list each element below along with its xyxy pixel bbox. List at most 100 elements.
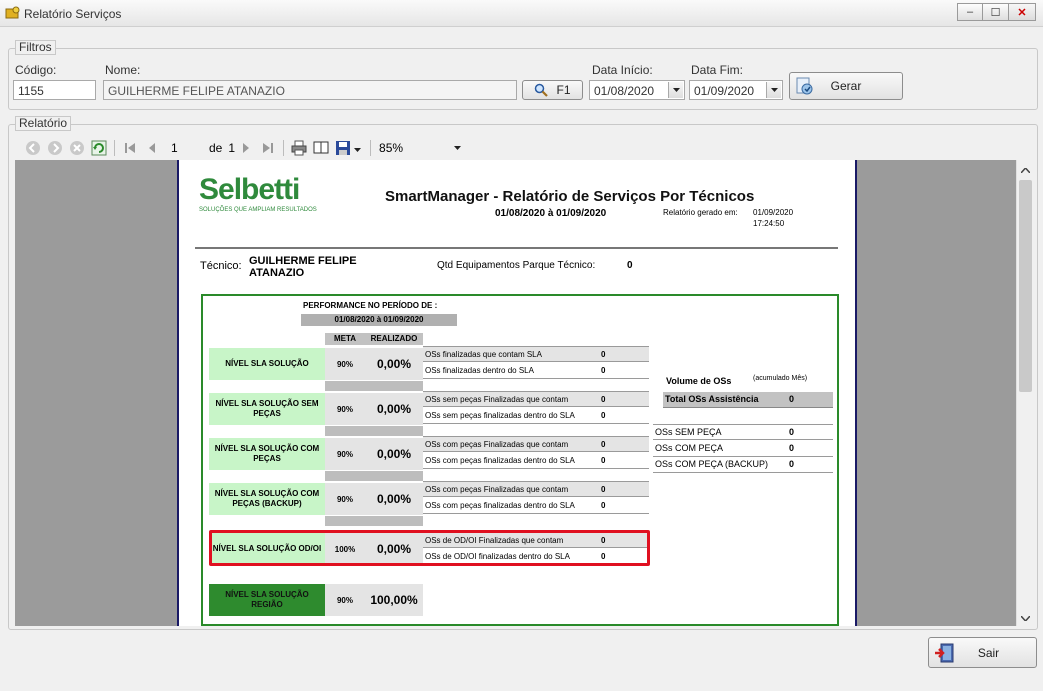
save-icon[interactable]	[335, 140, 351, 156]
next-page-icon[interactable]	[238, 140, 254, 156]
logo-tagline: SOLUÇÕES QUE AMPLIAM RESULTADOS	[199, 207, 317, 213]
zoom-select[interactable]: 85%	[379, 138, 465, 158]
os-row: OSs com peças finalizadas dentro do SLA 0	[423, 498, 649, 514]
os-row-value: 0	[601, 456, 606, 465]
data-inicio-label: Data Início:	[592, 63, 653, 77]
chevron-down-icon	[454, 146, 462, 150]
volume-row-label: OSs COM PEÇA	[655, 443, 724, 453]
level-separator	[325, 381, 423, 391]
refresh-icon[interactable]	[91, 140, 107, 156]
scrollbar-thumb[interactable]	[1019, 180, 1032, 392]
level-meta: 90%	[325, 348, 365, 380]
os-row-value: 0	[601, 411, 606, 420]
os-row-value: 0	[601, 366, 606, 375]
last-page-icon[interactable]	[260, 140, 276, 156]
forward-icon[interactable]	[47, 140, 63, 156]
app-icon	[5, 6, 20, 19]
codigo-input[interactable]: 1155	[13, 80, 96, 100]
minimize-button[interactable]: –	[957, 3, 983, 21]
level-realizado: 0,00%	[365, 438, 423, 470]
level-name: NÍVEL SLA SOLUÇÃO COM PEÇAS (BACKUP)	[209, 483, 325, 515]
window-titlebar: Relatório Serviços – ☐ ✕	[0, 0, 1043, 27]
toolbar-divider	[114, 140, 115, 156]
scroll-down-icon[interactable]	[1017, 610, 1034, 626]
level-meta: 90%	[325, 483, 365, 515]
level-realizado: 0,00%	[365, 393, 423, 425]
os-row: OSs sem peças finalizadas dentro do SLA 0	[423, 408, 649, 424]
os-row: OSs com peças Finalizadas que contam 0	[423, 436, 649, 452]
page-number-input[interactable]: 1	[171, 141, 209, 155]
os-row: OSs finalizadas que contam SLA 0	[423, 346, 649, 362]
os-row: OSs sem peças Finalizadas que contam 0	[423, 391, 649, 407]
data-inicio-value: 01/08/2020	[594, 84, 655, 98]
gerar-button[interactable]: Gerar	[789, 72, 903, 100]
volume-row-value: 0	[789, 443, 795, 453]
level-separator	[325, 426, 423, 436]
nome-input[interactable]: GUILHERME FELIPE ATANAZIO	[103, 80, 517, 100]
volume-row: OSs SEM PEÇA 0	[653, 424, 833, 440]
codigo-label: Código:	[15, 63, 57, 77]
first-page-icon[interactable]	[122, 140, 138, 156]
qtd-equipamentos-label: Qtd Equipamentos Parque Técnico:	[437, 260, 596, 271]
col-meta-header: META	[325, 333, 365, 345]
sair-button[interactable]: Sair	[928, 637, 1037, 668]
generated-date: 01/09/2020	[753, 208, 794, 217]
os-row-value: 0	[601, 501, 606, 510]
level-realizado: 100,00%	[365, 584, 423, 616]
level-meta: 90%	[325, 393, 365, 425]
tecnico-label: Técnico:	[200, 260, 242, 272]
level-realizado: 0,00%	[365, 483, 423, 515]
performance-header: PERFORMANCE NO PERÍODO DE :	[303, 301, 438, 310]
relatorio-legend: Relatório	[15, 116, 72, 131]
total-pages: 1	[228, 141, 236, 155]
os-row-label: OSs com peças Finalizadas que contam	[425, 440, 569, 449]
volume-row: OSs COM PEÇA (BACKUP) 0	[653, 457, 833, 473]
report-viewport[interactable]: Selbetti SOLUÇÕES QUE AMPLIAM RESULTADOS…	[15, 160, 1016, 626]
window-title: Relatório Serviços	[24, 7, 122, 21]
data-inicio-dropdown[interactable]	[668, 82, 683, 98]
performance-period: 01/08/2020 à 01/09/2020	[301, 314, 457, 326]
qtd-equipamentos-value: 0	[627, 260, 633, 271]
col-realizado-header: REALIZADO	[365, 333, 423, 345]
print-icon[interactable]	[291, 140, 307, 156]
volume-row-label: OSs COM PEÇA (BACKUP)	[655, 459, 769, 469]
level-name: NÍVEL SLA SOLUÇÃO COM PEÇAS	[209, 438, 325, 470]
level-meta: 90%	[325, 584, 365, 616]
os-row-value: 0	[601, 395, 606, 404]
volume-total-row: Total OSs Assistência 0	[663, 392, 833, 408]
level-meta: 90%	[325, 438, 365, 470]
page-setup-icon[interactable]	[313, 140, 329, 156]
os-row: OSs com peças Finalizadas que contam 0	[423, 481, 649, 497]
data-fim-picker[interactable]: 01/09/2020	[689, 80, 783, 100]
performance-panel: PERFORMANCE NO PERÍODO DE : 01/08/2020 à…	[201, 294, 839, 626]
report-scrollbar[interactable]	[1016, 160, 1033, 626]
logo-text: Selbetti	[199, 173, 300, 206]
level-separator	[325, 516, 423, 526]
report-toolbar: 1 de 1 85%	[15, 137, 470, 159]
scroll-up-icon[interactable]	[1017, 162, 1034, 178]
data-fim-dropdown[interactable]	[766, 82, 781, 98]
close-button[interactable]: ✕	[1009, 3, 1036, 21]
volume-row-label: OSs SEM PEÇA	[655, 427, 722, 437]
volume-row: OSs COM PEÇA 0	[653, 441, 833, 457]
generated-label: Relatório gerado em:	[663, 208, 738, 217]
selbetti-logo: Selbetti SOLUÇÕES QUE AMPLIAM RESULTADOS	[199, 173, 317, 214]
maximize-button[interactable]: ☐	[983, 3, 1009, 21]
chevron-down-icon	[672, 88, 680, 92]
os-row-label: OSs sem peças finalizadas dentro do SLA	[425, 411, 575, 420]
level-name: NÍVEL SLA SOLUÇÃO REGIÃO	[209, 584, 325, 616]
data-fim-value: 01/09/2020	[694, 84, 755, 98]
search-icon	[535, 83, 549, 97]
stop-icon[interactable]	[69, 140, 85, 156]
back-icon[interactable]	[25, 140, 41, 156]
data-inicio-picker[interactable]: 01/08/2020	[589, 80, 685, 100]
chevron-down-icon	[770, 88, 778, 92]
tecnico-name: GUILHERME FELIPE ATANAZIO	[249, 255, 357, 279]
generated-time: 17:24:50	[753, 219, 785, 228]
export-dropdown-arrow[interactable]	[354, 141, 362, 155]
previous-page-icon[interactable]	[144, 140, 160, 156]
search-button[interactable]: F1	[522, 80, 583, 100]
zoom-value: 85%	[379, 141, 404, 155]
level-name: NÍVEL SLA SOLUÇÃO	[209, 348, 325, 380]
toolbar-divider	[370, 140, 372, 156]
